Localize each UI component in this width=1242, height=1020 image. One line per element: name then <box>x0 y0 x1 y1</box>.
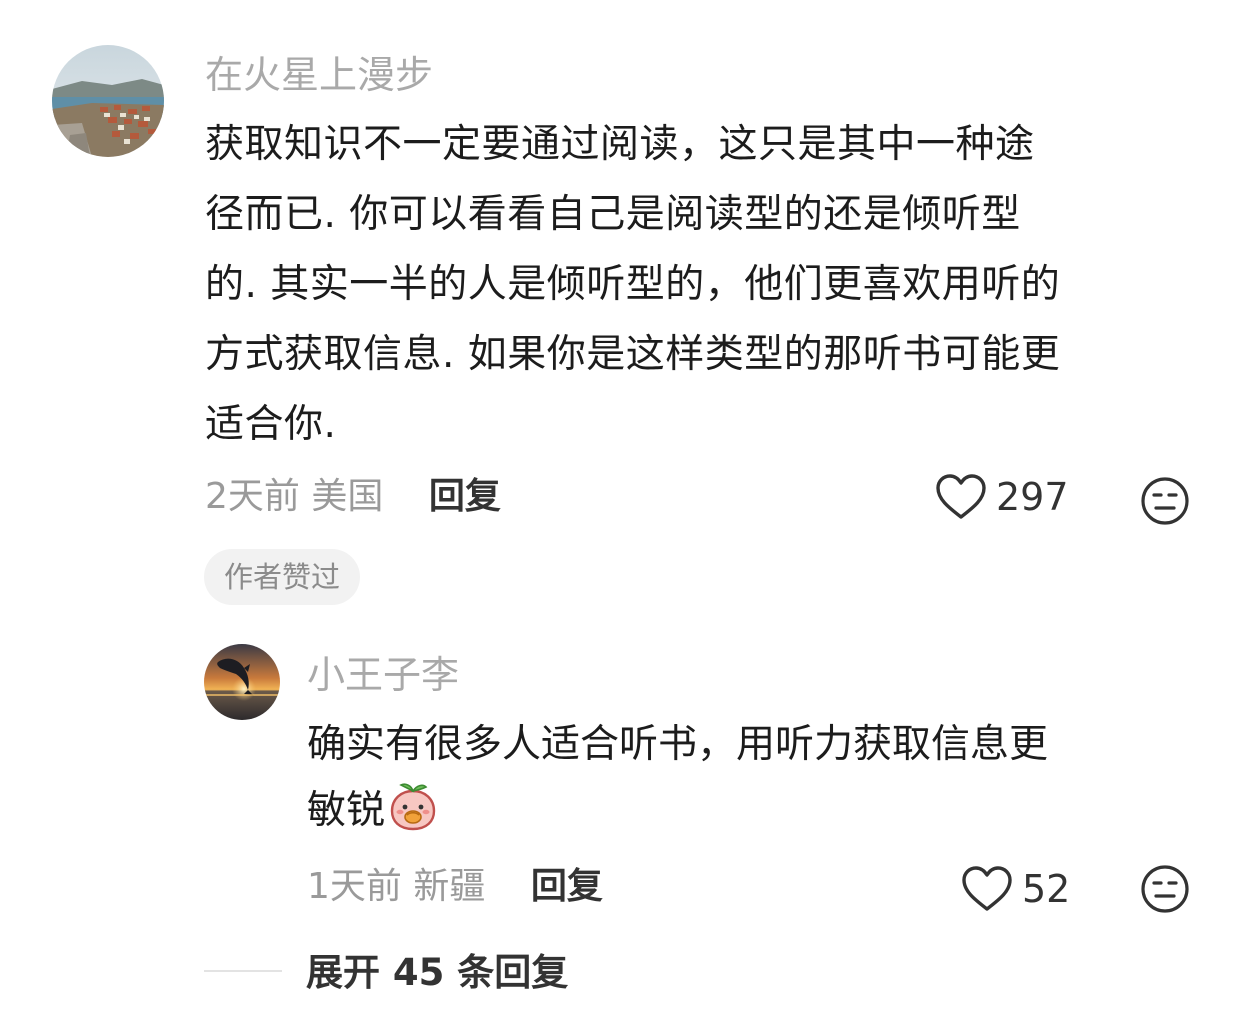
peach-eating-emoji-icon <box>387 781 439 833</box>
reply-meta: 1天前 新疆 回复 <box>307 862 603 912</box>
reply-location: 新疆 <box>413 866 486 907</box>
reply-time: 1天前 <box>307 866 402 907</box>
comment-line: 获取知识不一定要通过阅读，这只是其中一种途 <box>205 122 1035 167</box>
comment-meta: 2天前 美国 回复 <box>205 472 501 522</box>
reply-line: 确实有很多人适合听书，用听力获取信息更 <box>307 722 1049 767</box>
comment-like-button[interactable]: 297 <box>934 472 1069 522</box>
reply-button[interactable]: 回复 <box>429 476 501 517</box>
comment-username[interactable]: 在火星上漫步 <box>205 48 433 102</box>
reply-body: 确实有很多人适合听书，用听力获取信息更 敏锐 <box>307 712 1207 844</box>
reply-avatar[interactable] <box>204 644 280 720</box>
reply-dislike-button[interactable] <box>1140 864 1190 914</box>
comment-avatar[interactable] <box>52 45 164 157</box>
heart-outline-icon <box>962 866 1012 911</box>
reply-reply-button[interactable]: 回复 <box>531 866 603 907</box>
dolphin-sunset-avatar-icon <box>204 644 280 720</box>
comment-body: 获取知识不一定要通过阅读，这只是其中一种途 径而已. 你可以看看自己是阅读型的还… <box>205 110 1205 460</box>
reply-like-count: 52 <box>1022 867 1071 911</box>
comment-line: 适合你. <box>205 402 337 447</box>
expand-divider <box>204 970 282 972</box>
neutral-face-icon <box>1141 477 1189 525</box>
comment-line: 径而已. 你可以看看自己是阅读型的还是倾听型 <box>205 192 1021 237</box>
reply-line: 敏锐 <box>307 788 386 833</box>
reply-like-button[interactable]: 52 <box>960 864 1070 914</box>
heart-outline-icon <box>936 474 986 519</box>
like-count: 297 <box>996 475 1069 519</box>
comment-time: 2天前 <box>205 476 300 517</box>
reply-username[interactable]: 小王子李 <box>307 648 459 702</box>
landscape-avatar-icon <box>52 45 164 157</box>
comment-line: 方式获取信息. 如果你是这样类型的那听书可能更 <box>205 332 1061 377</box>
comment-location: 美国 <box>311 476 384 517</box>
author-liked-badge: 作者赞过 <box>204 549 361 605</box>
comment-dislike-button[interactable] <box>1140 476 1190 526</box>
expand-replies-button[interactable]: 展开 45 条回复 <box>306 946 568 1000</box>
reply-line-with-emoji: 敏锐 <box>307 778 1207 844</box>
comment-line: 的. 其实一半的人是倾听型的，他们更喜欢用听的 <box>205 262 1061 307</box>
neutral-face-icon <box>1141 865 1189 913</box>
